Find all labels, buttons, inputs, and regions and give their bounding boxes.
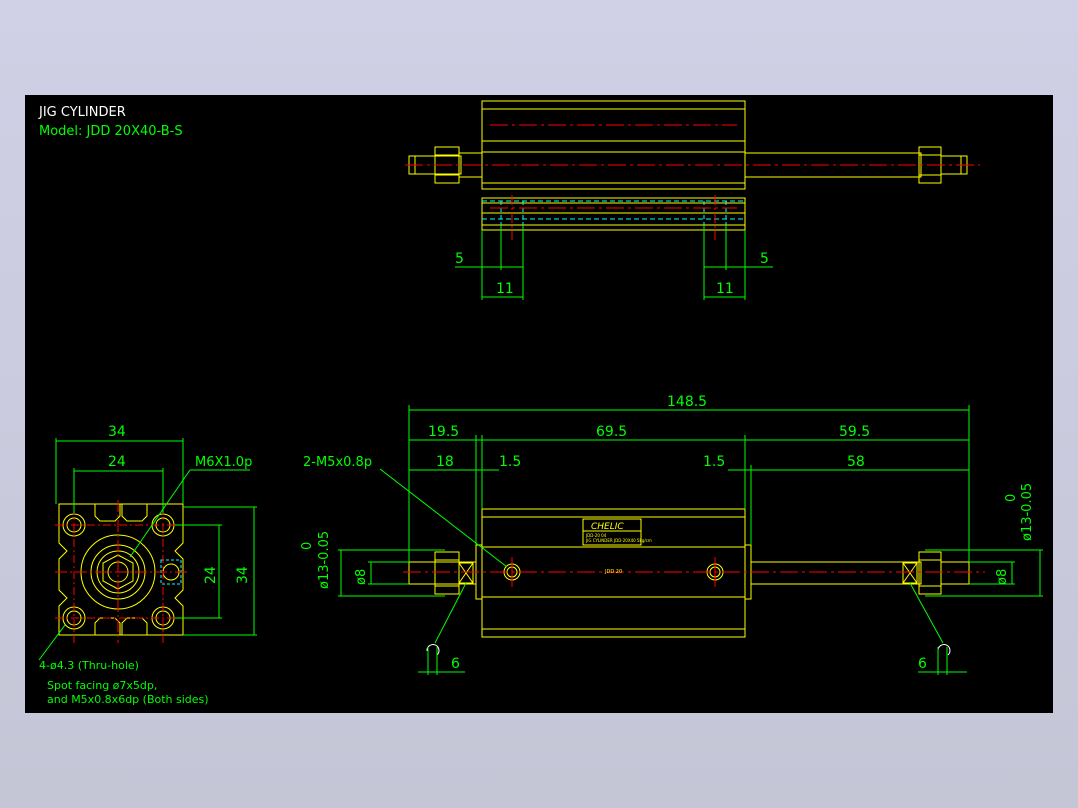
top-body-outline (481, 100, 746, 190)
end-dim-24-height: 24 (203, 566, 219, 584)
plate-line-2: JIG CYLINDER JDD-20X40 5kg/cm (585, 538, 652, 543)
dim-overall-148-5: 148.5 (667, 394, 707, 410)
top-dim-11-right: 11 (716, 281, 734, 297)
port-callout: 2-M5x0.8p (303, 455, 372, 470)
end-view (38, 438, 257, 661)
side-view (338, 405, 1043, 675)
side-right-nut (918, 551, 942, 595)
dim-18: 18 (436, 454, 454, 470)
dia8-left: ø8 (354, 569, 369, 585)
dim-19-5: 19.5 (428, 424, 459, 440)
end-dim-24-width: 24 (108, 454, 126, 470)
end-body-outline (58, 503, 184, 636)
dim-58: 58 (847, 454, 865, 470)
side-left-nut (434, 551, 460, 595)
brand-mark: CHELIC (591, 522, 624, 532)
end-dim-34-width: 34 (108, 424, 126, 440)
body-marking: JDD 20 (604, 569, 622, 575)
cad-viewport[interactable]: JIG CYLINDER Model: JDD 20X40-B-S 5 11 5… (25, 95, 1053, 713)
top-dim-5-right: 5 (760, 251, 769, 267)
model-label: Model: JDD 20X40-B-S (39, 124, 183, 139)
end-dim-34-height: 34 (235, 566, 251, 584)
tap-callout: and M5x0.8x6dp (Both sides) (47, 693, 209, 706)
dim-1-5-right: 1.5 (703, 454, 725, 470)
dia8-right: ø8 (995, 569, 1010, 585)
holes-callout: 4-ø4.3 (Thru-hole) (39, 659, 139, 672)
dim-1-5-left: 1.5 (499, 454, 521, 470)
top-dim-11-left: 11 (496, 281, 514, 297)
cad-drawing: JIG CYLINDER Model: JDD 20X40-B-S 5 11 5… (38, 100, 1043, 706)
drawing-title: JIG CYLINDER (38, 105, 126, 120)
tol-dia13-left: ø13-0.05 (317, 531, 332, 589)
wrench-dim-right: 6 (918, 656, 927, 672)
thread-callout: M6X1.0p (195, 455, 252, 470)
dim-69-5: 69.5 (596, 424, 627, 440)
tol-zero-left: 0 (300, 542, 315, 550)
spot-facing-callout: Spot facing ø7x5dp, (47, 679, 157, 692)
tol-dia13-right: ø13-0.05 (1020, 483, 1035, 541)
tol-zero-right: 0 (1004, 494, 1019, 502)
label-plate: CHELIC JDD-20 04 JIG CYLINDER JDD-20X40 … (582, 518, 652, 546)
dim-59-5: 59.5 (839, 424, 870, 440)
top-dim-5-left: 5 (455, 251, 464, 267)
top-view (405, 100, 980, 300)
wrench-dim-left: 6 (451, 656, 460, 672)
